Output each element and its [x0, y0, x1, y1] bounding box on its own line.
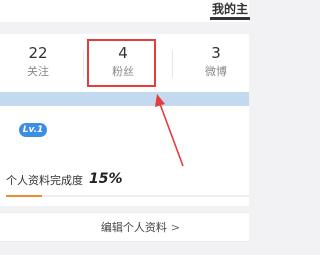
annotation-arrow: [155, 94, 184, 167]
annotation-arrow-head: [155, 94, 165, 107]
annotation-arrow-shaft: [159, 103, 184, 167]
